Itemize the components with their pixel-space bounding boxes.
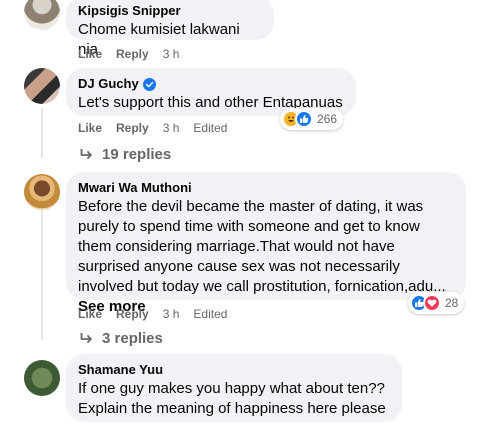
comment-actions: Like Reply 3 h Edited bbox=[78, 120, 227, 136]
avatar[interactable] bbox=[24, 68, 60, 104]
replies-label: 3 replies bbox=[102, 330, 163, 347]
love-reaction-icon bbox=[423, 294, 441, 312]
verified-badge-icon bbox=[142, 77, 156, 91]
avatar[interactable] bbox=[24, 360, 60, 396]
reaction-count: 266 bbox=[317, 112, 338, 126]
avatar[interactable] bbox=[24, 0, 60, 30]
comment-text: Before the devil became the master of da… bbox=[78, 198, 446, 315]
view-replies-button[interactable]: 3 replies bbox=[80, 330, 163, 347]
like-button[interactable]: Like bbox=[78, 306, 102, 322]
view-replies-button[interactable]: 19 replies bbox=[80, 146, 171, 163]
reaction-summary[interactable]: 28 bbox=[408, 292, 465, 314]
thread-line bbox=[41, 208, 43, 340]
comment-time[interactable]: 3 h bbox=[163, 46, 180, 62]
reply-button[interactable]: Reply bbox=[116, 120, 149, 136]
comment-bubble: Mwari Wa Muthoni Before the devil became… bbox=[66, 172, 466, 315]
reaction-summary[interactable]: 266 bbox=[280, 108, 344, 130]
comment-author[interactable]: Shamane Yuu bbox=[78, 362, 390, 378]
avatar[interactable] bbox=[24, 174, 60, 210]
reply-button[interactable]: Reply bbox=[116, 306, 149, 322]
comment-author[interactable]: DJ Guchy bbox=[78, 76, 344, 92]
reaction-count: 28 bbox=[445, 296, 459, 310]
comment-bubble: Shamane Yuu If one guy makes you happy w… bbox=[66, 354, 402, 422]
comment-time[interactable]: 3 h bbox=[163, 120, 180, 136]
edited-label: Edited bbox=[193, 121, 228, 135]
comment-text: If one guy makes you happy what about te… bbox=[78, 380, 386, 417]
comment-time[interactable]: 3 h bbox=[163, 306, 180, 322]
reply-arrow-icon bbox=[80, 148, 92, 159]
thread-line bbox=[41, 108, 43, 158]
like-reaction-icon bbox=[295, 110, 313, 128]
like-button[interactable]: Like bbox=[78, 120, 102, 136]
reply-arrow-icon bbox=[80, 332, 92, 343]
edited-label: Edited bbox=[193, 307, 228, 321]
reply-button[interactable]: Reply bbox=[116, 46, 149, 62]
comment-author[interactable]: Kipsigis Snipper bbox=[78, 3, 262, 19]
comment-bubble: Kipsigis Snipper Chome kumisiet lakwani … bbox=[66, 0, 274, 58]
comment-author[interactable]: Mwari Wa Muthoni bbox=[78, 180, 454, 196]
like-button[interactable]: Like bbox=[78, 46, 102, 62]
comment-actions: Like Reply 3 h Edited bbox=[78, 306, 227, 322]
comment-actions: Like Reply 3 h bbox=[78, 46, 193, 62]
replies-label: 19 replies bbox=[102, 146, 172, 163]
